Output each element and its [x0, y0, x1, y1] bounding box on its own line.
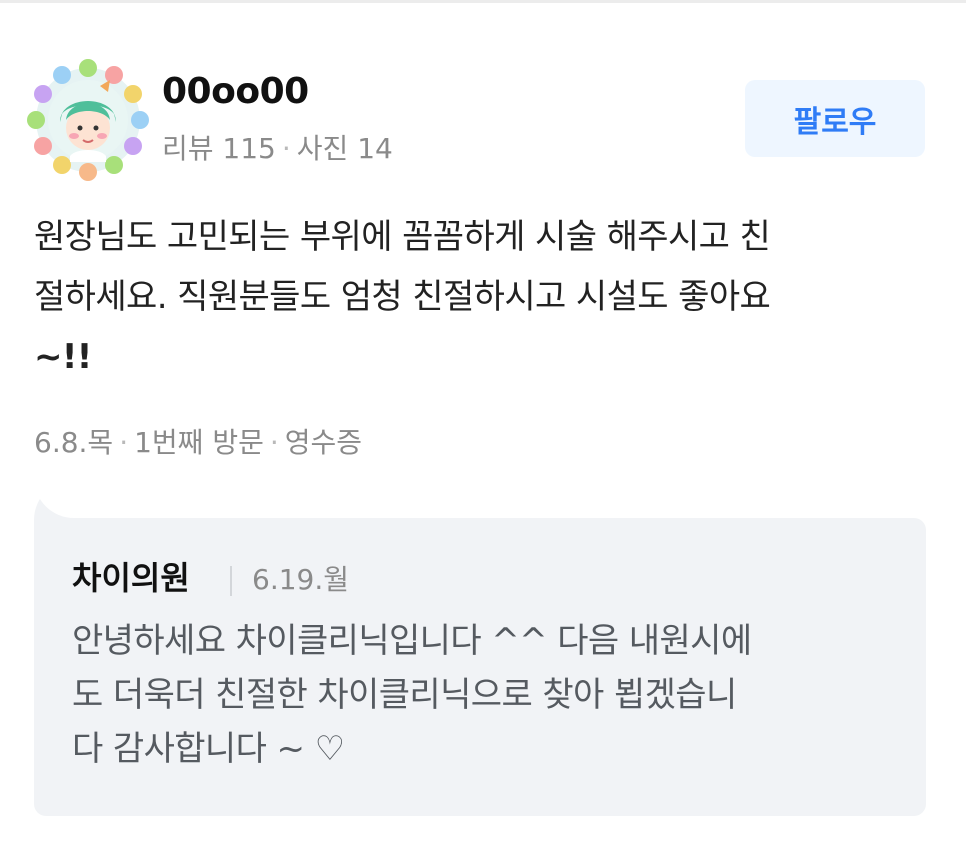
review-text-line: 원장님도 고민되는 부위에 꼼꼼하게 시술 해주시고 친	[34, 217, 771, 257]
verification-type: 영수증	[284, 426, 363, 459]
user-stats: 리뷰 115 · 사진 14	[162, 130, 393, 168]
stats-separator: ·	[281, 132, 291, 165]
username[interactable]: 00oo00	[162, 68, 309, 116]
review-text-line: 절하세요. 직원분들도 엄청 친절하시고 시설도 좋아요	[34, 277, 771, 317]
meta-separator: ·	[269, 426, 279, 459]
review-item: 00oo00 리뷰 115 · 사진 14 팔로우 원장님도 고민되는 부위에 꼼꼼…	[0, 0, 966, 855]
visit-count: 1번째 방문	[134, 426, 264, 459]
follow-button[interactable]: 팔로우	[745, 80, 925, 157]
reply-author: 차이의원	[72, 559, 190, 597]
review-body: 원장님도 고민되는 부위에 꼼꼼하게 시술 해주시고 친 절하세요. 직원분들도…	[34, 207, 934, 387]
review-meta: 6.8.목 · 1번째 방문 · 영수증	[34, 423, 362, 463]
avatar-flower-wreath-icon	[27, 59, 149, 181]
photo-count: 사진 14	[296, 132, 393, 165]
review-count: 리뷰 115	[162, 132, 276, 165]
avatar[interactable]	[26, 58, 150, 182]
visit-date: 6.8.목	[34, 426, 114, 459]
reply-text-line: 안녕하세요 차이클리닉입니다 ^^ 다음 내원시에	[72, 621, 752, 661]
reply-body: 안녕하세요 차이클리닉입니다 ^^ 다음 내원시에 도 더욱더 친절한 차이클리…	[72, 614, 892, 776]
reply-divider	[230, 566, 232, 596]
meta-separator: ·	[119, 426, 129, 459]
reply-text-line: 도 더욱더 친절한 차이클리닉으로 찾아 뵙겠습니	[72, 675, 737, 715]
reply-text-line: 다 감사합니다 ~ ♡	[72, 729, 345, 769]
reply-date: 6.19.월	[252, 563, 350, 596]
review-text-line: ~!!	[34, 337, 92, 377]
